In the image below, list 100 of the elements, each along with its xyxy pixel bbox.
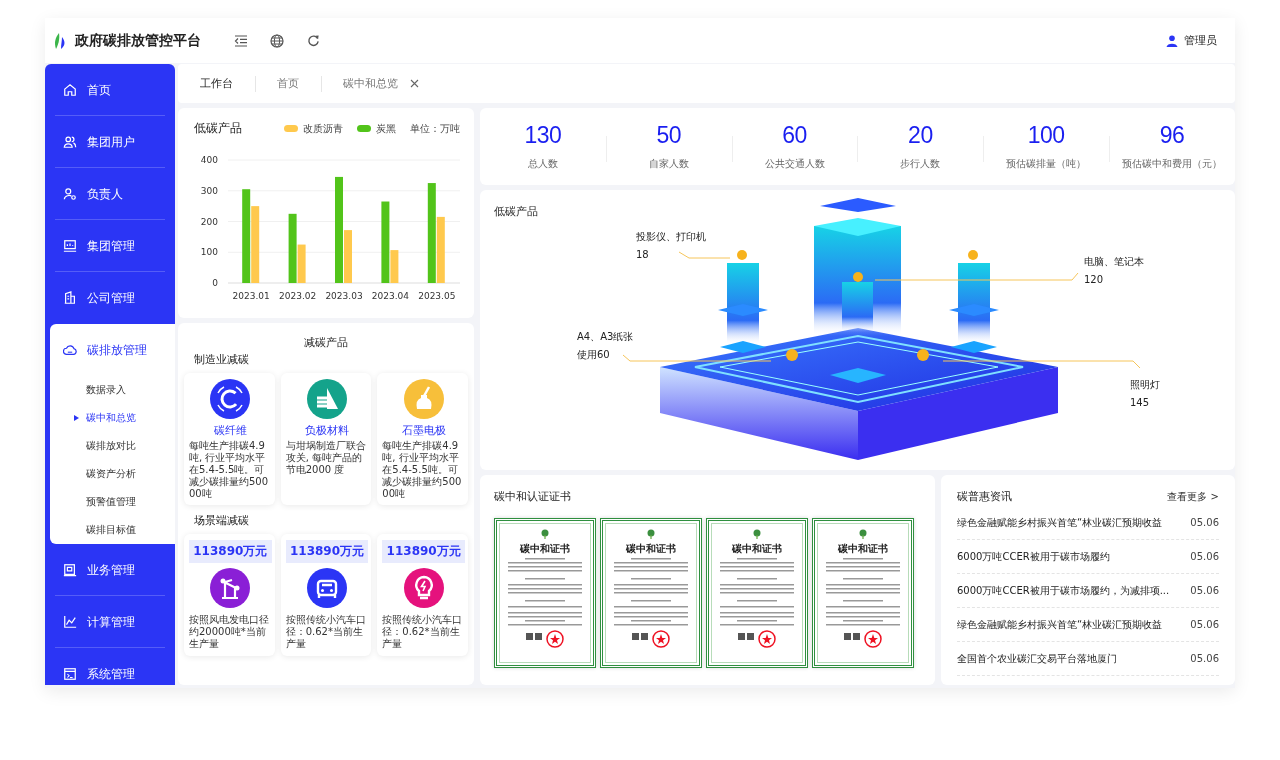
nav-item[interactable]: 首页 [45, 64, 175, 116]
product-name: 石墨电极 [401, 423, 446, 438]
nav-subitem[interactable]: 预警值管理 [50, 488, 175, 516]
nav-item[interactable]: 集团管理 [45, 220, 175, 272]
cloud-icon [63, 343, 77, 357]
certificate-title: 碳中和证书 [838, 542, 888, 556]
tab[interactable]: 工作台 [178, 64, 255, 103]
menu-fold-icon[interactable] [234, 34, 248, 47]
news-title[interactable]: 绿色金融赋能乡村振兴首笔“林业碳汇预期收益 [957, 515, 1163, 530]
news-date: 05.06 [1190, 551, 1219, 562]
stat-label: 预估碳中和费用（元） [1122, 157, 1223, 171]
stat-label: 自家人数 [648, 157, 689, 171]
stat-value: 60 [782, 122, 807, 149]
more-link[interactable]: 查看更多 > [1167, 489, 1219, 504]
certificate-title: 碳中和证书 [520, 542, 570, 556]
user-name[interactable]: 管理员 [1184, 33, 1217, 48]
tree-icon [858, 529, 868, 539]
stat-value: 100 [1027, 122, 1065, 149]
seal-icon [546, 630, 564, 648]
stat-value: 20 [908, 122, 933, 149]
line-chart-icon [63, 615, 77, 629]
nav-item[interactable]: 计算管理 [45, 596, 175, 648]
callout-label: 电脑、笔记本 [1084, 255, 1144, 269]
legend-label: 炭黑 [376, 121, 396, 136]
axis-label: 2023.02 [279, 291, 317, 301]
news-title[interactable]: 6000万吨CCER被用于碳市场履约，为减排项... [957, 583, 1170, 598]
section-subtitle: 制造业减碳 [194, 352, 250, 367]
nav-item[interactable]: 业务管理 [45, 544, 175, 596]
callout-value: 145 [1130, 396, 1150, 410]
certificate-title: 碳中和证书 [732, 542, 782, 556]
nav-subitem[interactable]: 碳资产分析 [50, 460, 175, 488]
product-name: 碳纤维 [213, 423, 247, 438]
axis-label: 300 [200, 185, 218, 196]
leader-line [678, 251, 731, 259]
user-icon [1166, 34, 1178, 47]
leaf-logo-icon [53, 31, 67, 50]
callout-label: 照明灯 [1130, 378, 1160, 392]
news-date: 05.06 [1190, 585, 1219, 596]
product-description: 每吨生产排碳4.9吨, 行业平均水平在5.4-5.5吨。可减少碳排量约50000吨 [189, 440, 270, 500]
product-description: 按照风电发电口径约20000吨*当前生产量 [189, 614, 270, 650]
nav-item[interactable]: 集团用户 [45, 116, 175, 168]
legend-label: 改质沥青 [303, 121, 343, 136]
close-icon[interactable] [410, 79, 419, 88]
news-title[interactable]: 6000万吨CCER被用于碳市场履约 [957, 549, 1110, 564]
callout-label: A4、A3纸张 [577, 330, 634, 344]
axis-label: 2023.04 [371, 291, 409, 301]
nav-subitem[interactable]: 数据录入 [50, 376, 175, 404]
news-title[interactable]: 绿色金融赋能乡村振兴首笔“林业碳汇预期收益 [957, 617, 1163, 632]
stat-value: 130 [524, 122, 562, 149]
axis-label: 200 [200, 216, 218, 227]
amount-label: 113890万元 [285, 540, 369, 563]
product-description: 与坩埚制造厂联合攻关, 每吨产品的节电2000 度 [285, 440, 367, 476]
stat-label: 预估碳排量（吨） [1006, 157, 1087, 171]
news-title[interactable]: 全国首个农业碳汇交易平台落地厦门 [957, 651, 1117, 666]
panel-title: 碳中和认证证书 [494, 489, 572, 504]
nav-item[interactable]: 系统管理 [45, 648, 175, 685]
stat-label: 步行人数 [900, 157, 941, 171]
news-date: 05.06 [1190, 517, 1219, 528]
nav-subitem[interactable]: 碳排目标值 [50, 516, 175, 544]
news-date: 05.06 [1190, 653, 1219, 664]
callout-value: 120 [1084, 273, 1104, 287]
nav-item[interactable]: 碳排放管理 [50, 324, 175, 376]
nav-item[interactable]: 负责人 [45, 168, 175, 220]
triangle-icon [74, 415, 79, 421]
section-subtitle: 场景端减碳 [194, 513, 250, 528]
axis-label: 400 [200, 155, 218, 165]
axis-label: 100 [200, 247, 218, 258]
product-description: 按照传统小汽车口径：0.62*当前生产量 [382, 614, 464, 650]
home-icon [63, 83, 77, 97]
nav-subitem[interactable]: 碳中和总览 [50, 404, 175, 432]
seal-icon [864, 630, 882, 648]
refresh-icon[interactable] [306, 34, 320, 47]
axis-label: 0 [212, 278, 218, 288]
tree-icon [646, 529, 656, 539]
app-title: 政府碳排放管控平台 [75, 31, 201, 50]
globe-icon[interactable] [270, 33, 284, 48]
seal-icon [652, 630, 670, 648]
section-title: 减碳产品 [303, 335, 349, 350]
book-icon [63, 563, 77, 577]
callout-value: 使用60 [577, 348, 610, 362]
panel-title: 低碳产品 [494, 204, 538, 219]
tab[interactable]: 碳中和总览 [321, 64, 441, 103]
unit-label: 单位：万吨 [410, 121, 460, 136]
stat-label: 总人数 [527, 157, 558, 171]
nav-item[interactable]: 公司管理 [45, 272, 175, 324]
stat-value: 50 [656, 122, 682, 149]
product-name: 负极材料 [305, 423, 349, 438]
nav-subitem[interactable]: 碳排放对比 [50, 432, 175, 460]
product-description: 按照传统小汽车口径：0.62*当前生产量 [285, 614, 367, 650]
news-date: 05.06 [1190, 619, 1219, 630]
product-description: 每吨生产排碳4.9吨, 行业平均水平在5.4-5.5吨。可减少碳排量约50000吨 [382, 440, 463, 500]
amount-label: 113890万元 [382, 540, 465, 563]
amount-label: 113890万元 [189, 540, 272, 563]
callout-label: 投影仪、打印机 [636, 230, 706, 244]
axis-label: 2023.05 [418, 291, 456, 301]
building-icon [63, 291, 77, 305]
tab[interactable]: 首页 [255, 64, 321, 103]
chart-title: 低碳产品 [194, 120, 243, 137]
seal-icon [758, 630, 776, 648]
stat-label: 公共交通人数 [764, 157, 825, 171]
